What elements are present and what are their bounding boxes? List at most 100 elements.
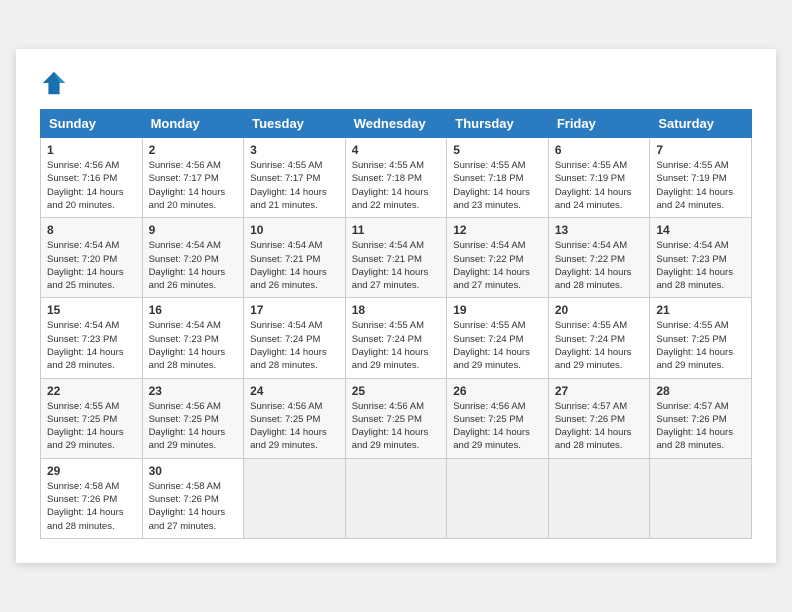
day-number: 22 (47, 384, 136, 398)
day-number: 14 (656, 223, 745, 237)
day-cell (244, 458, 346, 538)
day-cell: 25 Sunrise: 4:56 AMSunset: 7:25 PMDayligh… (345, 378, 447, 458)
day-info: Sunrise: 4:55 AMSunset: 7:24 PMDaylight:… (555, 319, 644, 372)
day-cell: 12 Sunrise: 4:54 AMSunset: 7:22 PMDayligh… (447, 218, 549, 298)
week-row-3: 15 Sunrise: 4:54 AMSunset: 7:23 PMDayligh… (41, 298, 752, 378)
day-cell: 19Sunrise: 4:55 AMSunset: 7:24 PMDayligh… (447, 298, 549, 378)
day-cell: 10 Sunrise: 4:54 AMSunset: 7:21 PMDayligh… (244, 218, 346, 298)
day-info: Sunrise: 4:56 AMSunset: 7:17 PMDaylight:… (149, 159, 238, 212)
day-cell (345, 458, 447, 538)
day-number: 27 (555, 384, 644, 398)
header-cell-sunday: Sunday (41, 110, 143, 138)
day-number: 29 (47, 464, 136, 478)
day-cell: 27 Sunrise: 4:57 AMSunset: 7:26 PMDayligh… (548, 378, 650, 458)
day-cell: 18 Sunrise: 4:55 AMSunset: 7:24 PMDayligh… (345, 298, 447, 378)
header-cell-friday: Friday (548, 110, 650, 138)
day-info: Sunrise: 4:56 AMSunset: 7:25 PMDaylight:… (250, 400, 339, 453)
day-number: 11 (352, 223, 441, 237)
day-number: 5 (453, 143, 542, 157)
header-cell-wednesday: Wednesday (345, 110, 447, 138)
day-number: 20 (555, 303, 644, 317)
day-info: Sunrise: 4:54 AMSunset: 7:21 PMDaylight:… (250, 239, 339, 292)
calendar-table: SundayMondayTuesdayWednesdayThursdayFrid… (40, 109, 752, 539)
day-cell: 16Sunrise: 4:54 AMSunset: 7:23 PMDayligh… (142, 298, 244, 378)
day-cell: 21 Sunrise: 4:55 AMSunset: 7:25 PMDayligh… (650, 298, 752, 378)
day-cell: 1 Sunrise: 4:56 AMSunset: 7:16 PMDaylight… (41, 138, 143, 218)
day-info: Sunrise: 4:55 AMSunset: 7:19 PMDaylight:… (555, 159, 644, 212)
day-cell: 6 Sunrise: 4:55 AMSunset: 7:19 PMDaylight… (548, 138, 650, 218)
day-info: Sunrise: 4:55 AMSunset: 7:24 PMDaylight:… (352, 319, 441, 372)
header-cell-tuesday: Tuesday (244, 110, 346, 138)
day-number: 30 (149, 464, 238, 478)
day-info: Sunrise: 4:54 AMSunset: 7:22 PMDaylight:… (453, 239, 542, 292)
day-info: Sunrise: 4:54 AMSunset: 7:22 PMDaylight:… (555, 239, 644, 292)
day-cell: 7 Sunrise: 4:55 AMSunset: 7:19 PMDaylight… (650, 138, 752, 218)
header-cell-saturday: Saturday (650, 110, 752, 138)
day-info: Sunrise: 4:55 AMSunset: 7:19 PMDaylight:… (656, 159, 745, 212)
day-info: Sunrise: 4:54 AMSunset: 7:24 PMDaylight:… (250, 319, 339, 372)
day-info: Sunrise: 4:54 AMSunset: 7:21 PMDaylight:… (352, 239, 441, 292)
day-cell: 14 Sunrise: 4:54 AMSunset: 7:23 PMDayligh… (650, 218, 752, 298)
day-info: Sunrise: 4:56 AMSunset: 7:25 PMDaylight:… (453, 400, 542, 453)
day-cell: 28Sunrise: 4:57 AMSunset: 7:26 PMDayligh… (650, 378, 752, 458)
day-number: 18 (352, 303, 441, 317)
day-cell: 24 Sunrise: 4:56 AMSunset: 7:25 PMDayligh… (244, 378, 346, 458)
week-row-5: 29 Sunrise: 4:58 AMSunset: 7:26 PMDayligh… (41, 458, 752, 538)
day-cell: 3Sunrise: 4:55 AMSunset: 7:17 PMDaylight… (244, 138, 346, 218)
day-cell: 4 Sunrise: 4:55 AMSunset: 7:18 PMDaylight… (345, 138, 447, 218)
day-info: Sunrise: 4:56 AMSunset: 7:25 PMDaylight:… (352, 400, 441, 453)
day-cell: 29 Sunrise: 4:58 AMSunset: 7:26 PMDayligh… (41, 458, 143, 538)
day-number: 23 (149, 384, 238, 398)
day-cell: 15 Sunrise: 4:54 AMSunset: 7:23 PMDayligh… (41, 298, 143, 378)
day-number: 10 (250, 223, 339, 237)
day-number: 28 (656, 384, 745, 398)
day-number: 17 (250, 303, 339, 317)
day-info: Sunrise: 4:57 AMSunset: 7:26 PMDaylight:… (555, 400, 644, 453)
day-info: Sunrise: 4:56 AMSunset: 7:25 PMDaylight:… (149, 400, 238, 453)
day-number: 21 (656, 303, 745, 317)
day-cell: 23 Sunrise: 4:56 AMSunset: 7:25 PMDayligh… (142, 378, 244, 458)
day-number: 24 (250, 384, 339, 398)
header-row: SundayMondayTuesdayWednesdayThursdayFrid… (41, 110, 752, 138)
day-info: Sunrise: 4:55 AMSunset: 7:18 PMDaylight:… (352, 159, 441, 212)
day-number: 26 (453, 384, 542, 398)
day-info: Sunrise: 4:54 AMSunset: 7:20 PMDaylight:… (149, 239, 238, 292)
day-cell: 9 Sunrise: 4:54 AMSunset: 7:20 PMDaylight… (142, 218, 244, 298)
day-number: 15 (47, 303, 136, 317)
day-info: Sunrise: 4:54 AMSunset: 7:20 PMDaylight:… (47, 239, 136, 292)
day-cell: 26 Sunrise: 4:56 AMSunset: 7:25 PMDayligh… (447, 378, 549, 458)
day-cell (447, 458, 549, 538)
day-cell: 2Sunrise: 4:56 AMSunset: 7:17 PMDaylight… (142, 138, 244, 218)
logo (40, 69, 72, 97)
day-cell: 30 Sunrise: 4:58 AMSunset: 7:26 PMDayligh… (142, 458, 244, 538)
day-number: 25 (352, 384, 441, 398)
week-row-4: 22Sunrise: 4:55 AMSunset: 7:25 PMDayligh… (41, 378, 752, 458)
header (40, 69, 752, 97)
day-cell: 13 Sunrise: 4:54 AMSunset: 7:22 PMDayligh… (548, 218, 650, 298)
day-info: Sunrise: 4:55 AMSunset: 7:18 PMDaylight:… (453, 159, 542, 212)
day-cell: 17 Sunrise: 4:54 AMSunset: 7:24 PMDayligh… (244, 298, 346, 378)
day-cell: 5 Sunrise: 4:55 AMSunset: 7:18 PMDaylight… (447, 138, 549, 218)
calendar-container: SundayMondayTuesdayWednesdayThursdayFrid… (16, 49, 776, 563)
day-number: 6 (555, 143, 644, 157)
day-cell (650, 458, 752, 538)
day-number: 1 (47, 143, 136, 157)
week-row-2: 8 Sunrise: 4:54 AMSunset: 7:20 PMDaylight… (41, 218, 752, 298)
week-row-1: 1 Sunrise: 4:56 AMSunset: 7:16 PMDaylight… (41, 138, 752, 218)
day-number: 16 (149, 303, 238, 317)
day-number: 4 (352, 143, 441, 157)
day-info: Sunrise: 4:58 AMSunset: 7:26 PMDaylight:… (149, 480, 238, 533)
day-number: 8 (47, 223, 136, 237)
day-number: 12 (453, 223, 542, 237)
day-info: Sunrise: 4:58 AMSunset: 7:26 PMDaylight:… (47, 480, 136, 533)
day-info: Sunrise: 4:54 AMSunset: 7:23 PMDaylight:… (47, 319, 136, 372)
day-number: 9 (149, 223, 238, 237)
day-info: Sunrise: 4:55 AMSunset: 7:25 PMDaylight:… (656, 319, 745, 372)
day-number: 13 (555, 223, 644, 237)
day-cell: 20 Sunrise: 4:55 AMSunset: 7:24 PMDayligh… (548, 298, 650, 378)
day-cell: 11 Sunrise: 4:54 AMSunset: 7:21 PMDayligh… (345, 218, 447, 298)
day-info: Sunrise: 4:56 AMSunset: 7:16 PMDaylight:… (47, 159, 136, 212)
day-info: Sunrise: 4:54 AMSunset: 7:23 PMDaylight:… (656, 239, 745, 292)
day-info: Sunrise: 4:55 AMSunset: 7:17 PMDaylight:… (250, 159, 339, 212)
day-number: 7 (656, 143, 745, 157)
